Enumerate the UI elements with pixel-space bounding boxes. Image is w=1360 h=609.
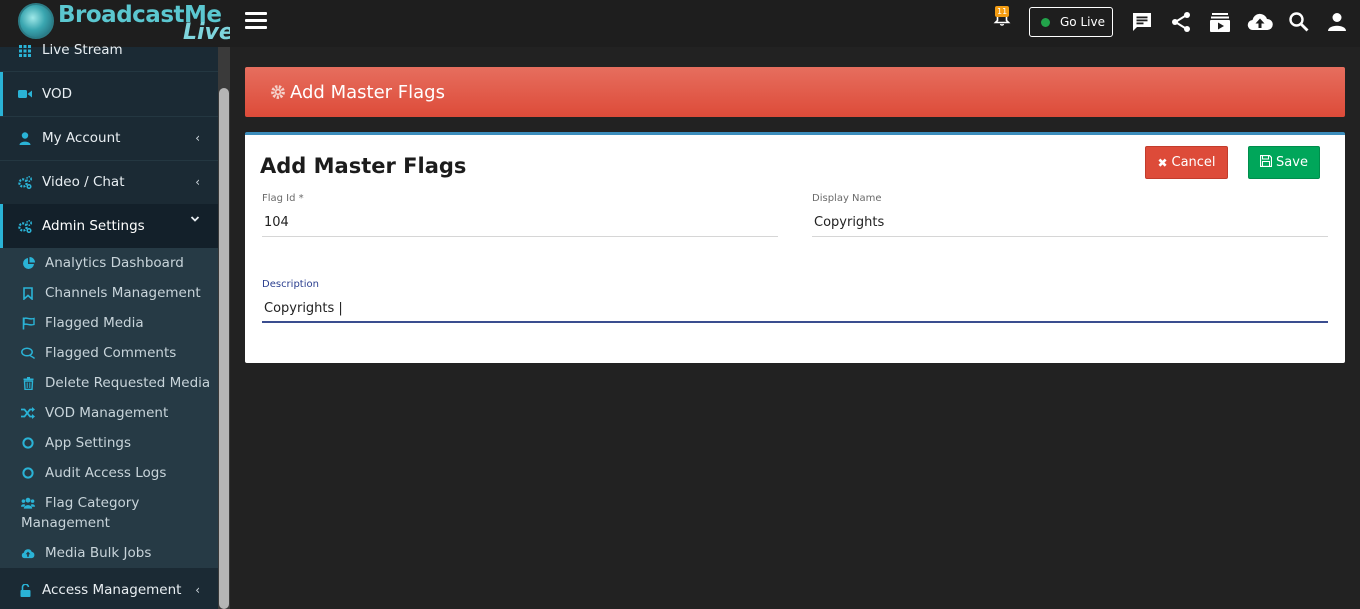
go-live-button[interactable]: Go Live	[1029, 7, 1113, 37]
sidebar-subitem-label: Delete Requested Media	[45, 375, 211, 391]
chevron-left-icon: ‹	[195, 131, 200, 145]
search-icon[interactable]	[1287, 10, 1311, 34]
sidebar-item-admin-settings[interactable]: Admin Settings	[0, 204, 218, 248]
grid-icon	[18, 44, 32, 58]
notification-count-badge: 11	[995, 6, 1010, 17]
cogs-icon	[18, 175, 32, 189]
unlock-icon	[18, 583, 32, 597]
chevron-left-icon: ‹	[195, 583, 200, 597]
user-icon	[18, 131, 32, 145]
page-header-title: Add Master Flags	[290, 81, 445, 103]
sidebar-subitem-flagged-media[interactable]: Flagged Media	[0, 308, 218, 338]
sidebar-subitem-channels-management[interactable]: Channels Management	[0, 278, 218, 308]
display-name-field: Display Name	[812, 193, 1328, 243]
sidebar-subitem-vod-management[interactable]: VOD Management	[0, 398, 218, 428]
sidebar-subitem-flagged-comments[interactable]: Flagged Comments	[0, 338, 218, 368]
sidebar-subitem-analytics-dashboard[interactable]: Analytics Dashboard	[0, 248, 218, 278]
cancel-label: Cancel	[1171, 155, 1216, 170]
sidebar-scrollbar-thumb[interactable]	[219, 88, 229, 609]
sidebar-subitem-app-settings[interactable]: App Settings	[0, 428, 218, 458]
page-header-banner: Add Master Flags	[245, 67, 1345, 117]
flag-icon	[21, 316, 35, 330]
sidebar-item-label: VOD	[42, 86, 73, 102]
cloud-upload-icon[interactable]	[1247, 10, 1273, 34]
flag-id-label: Flag Id *	[262, 193, 304, 204]
sidebar-subitem-label: App Settings	[45, 435, 132, 451]
user-profile-icon[interactable]	[1325, 10, 1349, 34]
sidebar-subitem-label: Flagged Comments	[45, 345, 177, 361]
sidebar-item-video-chat[interactable]: Video / Chat ‹	[0, 160, 218, 204]
bookmark-icon	[21, 286, 35, 300]
cancel-button[interactable]: ✖ Cancel	[1145, 146, 1228, 179]
admin-settings-submenu: Analytics Dashboard Channels Management …	[0, 248, 218, 568]
hamburger-menu-icon[interactable]	[245, 12, 267, 32]
video-library-icon[interactable]	[1208, 10, 1232, 34]
sidebar-subitem-label: Flagged Media	[45, 315, 144, 331]
description-label: Description	[262, 279, 319, 290]
sidebar-subitem-label-line2: Management	[21, 515, 110, 531]
form-title: Add Master Flags	[260, 154, 467, 178]
description-field: Description	[262, 279, 1328, 329]
flag-id-field: Flag Id *	[262, 193, 778, 243]
sidebar-item-label: Video / Chat	[42, 174, 125, 190]
users-icon	[21, 496, 35, 510]
sidebar-subitem-media-bulk-jobs[interactable]: Media Bulk Jobs	[0, 538, 218, 568]
sidebar-subitem-label: VOD Management	[45, 405, 169, 421]
chevron-down-icon	[190, 212, 200, 226]
shuffle-icon	[21, 406, 35, 420]
go-live-label: Go Live	[1060, 15, 1105, 29]
sidebar-item-label: My Account	[42, 130, 121, 146]
sidebar-item-label: Access Management	[42, 582, 182, 598]
circle-icon	[21, 436, 35, 450]
chat-icon[interactable]	[1130, 10, 1154, 34]
close-icon: ✖	[1157, 155, 1168, 170]
sidebar-subitem-delete-requested-media[interactable]: Delete Requested Media	[0, 368, 218, 398]
sidebar-subitem-flag-category-management[interactable]: Flag Category Management	[0, 488, 218, 538]
sidebar: BroadcastMe Live Live Stream VOD My Acco…	[0, 0, 230, 609]
video-camera-icon	[18, 87, 32, 101]
sidebar-subitem-audit-access-logs[interactable]: Audit Access Logs	[0, 458, 218, 488]
add-master-flags-form-card: Add Master Flags ✖ Cancel Save Flag Id *…	[245, 132, 1345, 363]
sidebar-item-vod[interactable]: VOD	[0, 72, 218, 116]
comments-icon	[21, 346, 35, 360]
flag-id-input[interactable]	[262, 209, 778, 237]
description-input[interactable]	[262, 295, 1328, 323]
sidebar-subitem-label: Audit Access Logs	[45, 465, 167, 481]
trash-icon	[21, 376, 35, 390]
top-navbar: 11 Go Live	[230, 0, 1360, 47]
display-name-label: Display Name	[812, 193, 882, 204]
cloud-upload-icon	[21, 546, 35, 560]
gear-icon	[270, 84, 286, 100]
chevron-left-icon: ‹	[195, 175, 200, 189]
floppy-disk-icon	[1259, 154, 1273, 170]
pie-chart-icon	[21, 256, 35, 270]
sidebar-subitem-label: Channels Management	[45, 285, 201, 301]
sidebar-subitem-label: Analytics Dashboard	[45, 255, 184, 271]
cogs-icon	[18, 219, 32, 233]
share-icon[interactable]	[1169, 10, 1193, 34]
live-status-dot-icon	[1041, 17, 1050, 27]
sidebar-item-label: Live Stream	[42, 42, 123, 58]
circle-icon	[21, 466, 35, 480]
save-label: Save	[1276, 155, 1308, 170]
sidebar-subitem-label: Flag Category	[45, 495, 140, 511]
display-name-input[interactable]	[812, 209, 1328, 237]
sidebar-item-my-account[interactable]: My Account ‹	[0, 116, 218, 160]
sidebar-subitem-label: Media Bulk Jobs	[45, 545, 152, 561]
sidebar-item-access-management[interactable]: Access Management ‹	[0, 568, 218, 609]
sidebar-item-label: Admin Settings	[42, 218, 145, 234]
sidebar-item-live-stream[interactable]: Live Stream	[0, 28, 218, 68]
save-button[interactable]: Save	[1248, 146, 1320, 179]
